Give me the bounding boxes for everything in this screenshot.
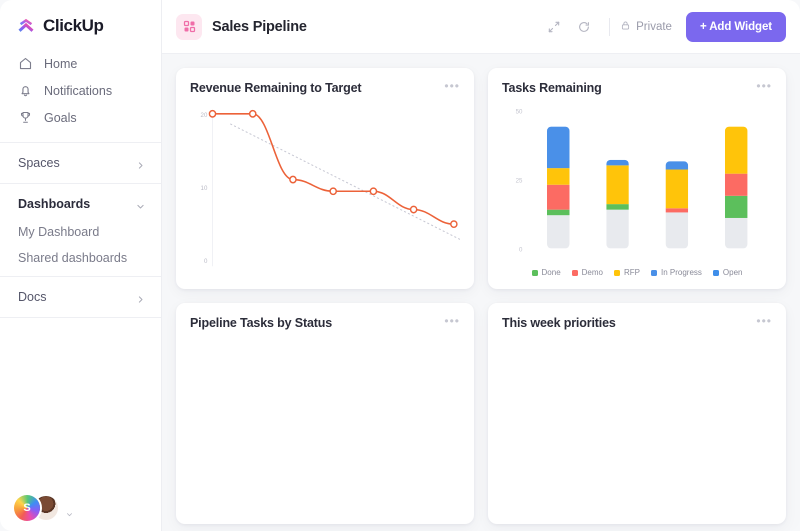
legend-label: RFP bbox=[624, 268, 640, 277]
sidebar-subitem-label: My Dashboard bbox=[18, 225, 99, 239]
svg-text:10: 10 bbox=[201, 185, 208, 192]
svg-text:0: 0 bbox=[204, 258, 208, 265]
svg-text:20: 20 bbox=[201, 112, 208, 119]
chevron-right-icon bbox=[136, 293, 145, 302]
legend-item[interactable]: Demo bbox=[572, 268, 603, 277]
expand-arrows-icon[interactable] bbox=[541, 14, 567, 40]
line-chart: 0 10 20 bbox=[190, 99, 460, 279]
widget-grid: Revenue Remaining to Target ••• 0 10 20 Ta… bbox=[162, 54, 800, 531]
sidebar-item-notifications[interactable]: Notifications bbox=[0, 77, 161, 104]
sidebar-section-label: Docs bbox=[18, 290, 46, 304]
sidebar-item-label: Notifications bbox=[44, 84, 112, 98]
legend-item[interactable]: RFP bbox=[614, 268, 640, 277]
sidebar: ClickUp Home Notifications bbox=[0, 0, 162, 531]
widget-title: Tasks Remaining bbox=[502, 81, 602, 95]
sidebar-section-dashboards[interactable]: Dashboards bbox=[0, 189, 161, 219]
sidebar-subitem-label: Shared dashboards bbox=[18, 251, 127, 265]
bell-icon bbox=[18, 83, 33, 98]
refresh-icon[interactable] bbox=[571, 14, 597, 40]
sidebar-footer: S bbox=[0, 485, 161, 531]
more-options-icon[interactable]: ••• bbox=[444, 81, 460, 91]
widget-pipeline-by-status: Pipeline Tasks by Status ••• bbox=[176, 303, 474, 524]
legend-item[interactable]: Open bbox=[713, 268, 743, 277]
widget-title: Revenue Remaining to Target bbox=[190, 81, 361, 95]
privacy-toggle[interactable]: Private bbox=[620, 20, 672, 34]
divider bbox=[0, 317, 161, 318]
sidebar-section-spaces[interactable]: Spaces bbox=[0, 148, 161, 178]
lock-icon bbox=[620, 20, 631, 34]
dashboard-grid-icon bbox=[176, 14, 202, 40]
divider bbox=[0, 183, 161, 184]
svg-text:0: 0 bbox=[519, 247, 523, 254]
legend-label: Open bbox=[723, 268, 743, 277]
legend-swatch bbox=[532, 270, 538, 276]
legend-swatch bbox=[651, 270, 657, 276]
app-window: ClickUp Home Notifications bbox=[0, 0, 800, 531]
divider bbox=[609, 18, 610, 36]
primary-nav: Home Notifications bbox=[0, 48, 161, 137]
legend-label: Done bbox=[542, 268, 561, 277]
widget-header: Tasks Remaining ••• bbox=[502, 81, 772, 95]
legend-swatch bbox=[572, 270, 578, 276]
avatar[interactable]: S bbox=[14, 495, 40, 521]
sidebar-item-label: Goals bbox=[44, 111, 77, 125]
page-title: Sales Pipeline bbox=[212, 19, 307, 35]
sidebar-section-label: Spaces bbox=[18, 156, 60, 170]
widget-title: This week priorities bbox=[502, 316, 616, 330]
clickup-arrow-logo-icon bbox=[16, 16, 36, 36]
pie-chart bbox=[190, 334, 460, 514]
more-options-icon[interactable]: ••• bbox=[756, 81, 772, 91]
more-options-icon[interactable]: ••• bbox=[756, 316, 772, 326]
chart-legend: Done Demo RFP In Progress Open bbox=[502, 266, 772, 279]
svg-text:50: 50 bbox=[516, 108, 523, 115]
sidebar-item-home[interactable]: Home bbox=[0, 50, 161, 77]
legend-item[interactable]: Done bbox=[532, 268, 561, 277]
chevron-down-icon[interactable] bbox=[66, 505, 73, 512]
avatar-initial: S bbox=[23, 502, 30, 514]
home-icon bbox=[18, 56, 33, 71]
privacy-label: Private bbox=[636, 21, 672, 33]
brand-logo[interactable]: ClickUp bbox=[0, 0, 161, 48]
widget-header: Revenue Remaining to Target ••• bbox=[190, 81, 460, 95]
sidebar-section-label: Dashboards bbox=[18, 197, 90, 211]
topbar: Sales Pipeline bbox=[162, 0, 800, 54]
topbar-actions: Private + Add Widget bbox=[537, 12, 786, 42]
svg-text:25: 25 bbox=[516, 177, 523, 184]
sidebar-item-shared-dashboards[interactable]: Shared dashboards bbox=[0, 245, 161, 271]
chevron-down-icon bbox=[136, 200, 145, 209]
legend-label: In Progress bbox=[661, 268, 702, 277]
stacked-bar-chart: 0 25 50 bbox=[502, 99, 772, 266]
widget-header: Pipeline Tasks by Status ••• bbox=[190, 316, 460, 330]
legend-item[interactable]: In Progress bbox=[651, 268, 702, 277]
main-area: Sales Pipeline bbox=[162, 0, 800, 531]
sidebar-section-docs[interactable]: Docs bbox=[0, 282, 161, 312]
sidebar-item-label: Home bbox=[44, 57, 77, 71]
legend-label: Demo bbox=[582, 268, 603, 277]
chevron-right-icon bbox=[136, 159, 145, 168]
divider bbox=[0, 276, 161, 277]
sidebar-item-goals[interactable]: Goals bbox=[0, 104, 161, 131]
widget-header: This week priorities ••• bbox=[502, 316, 772, 330]
widget-revenue-remaining: Revenue Remaining to Target ••• 0 10 20 bbox=[176, 68, 474, 289]
widget-tasks-remaining: Tasks Remaining ••• 0 25 50 Done Demo RFP In … bbox=[488, 68, 786, 289]
more-options-icon[interactable]: ••• bbox=[444, 316, 460, 326]
sidebar-item-my-dashboard[interactable]: My Dashboard bbox=[0, 219, 161, 245]
divider bbox=[0, 142, 161, 143]
legend-swatch bbox=[713, 270, 719, 276]
trophy-icon bbox=[18, 110, 33, 125]
widget-week-priorities: This week priorities ••• bbox=[488, 303, 786, 524]
widget-title: Pipeline Tasks by Status bbox=[190, 316, 332, 330]
legend-swatch bbox=[614, 270, 620, 276]
brand-name: ClickUp bbox=[43, 16, 104, 36]
add-widget-button[interactable]: + Add Widget bbox=[686, 12, 786, 42]
